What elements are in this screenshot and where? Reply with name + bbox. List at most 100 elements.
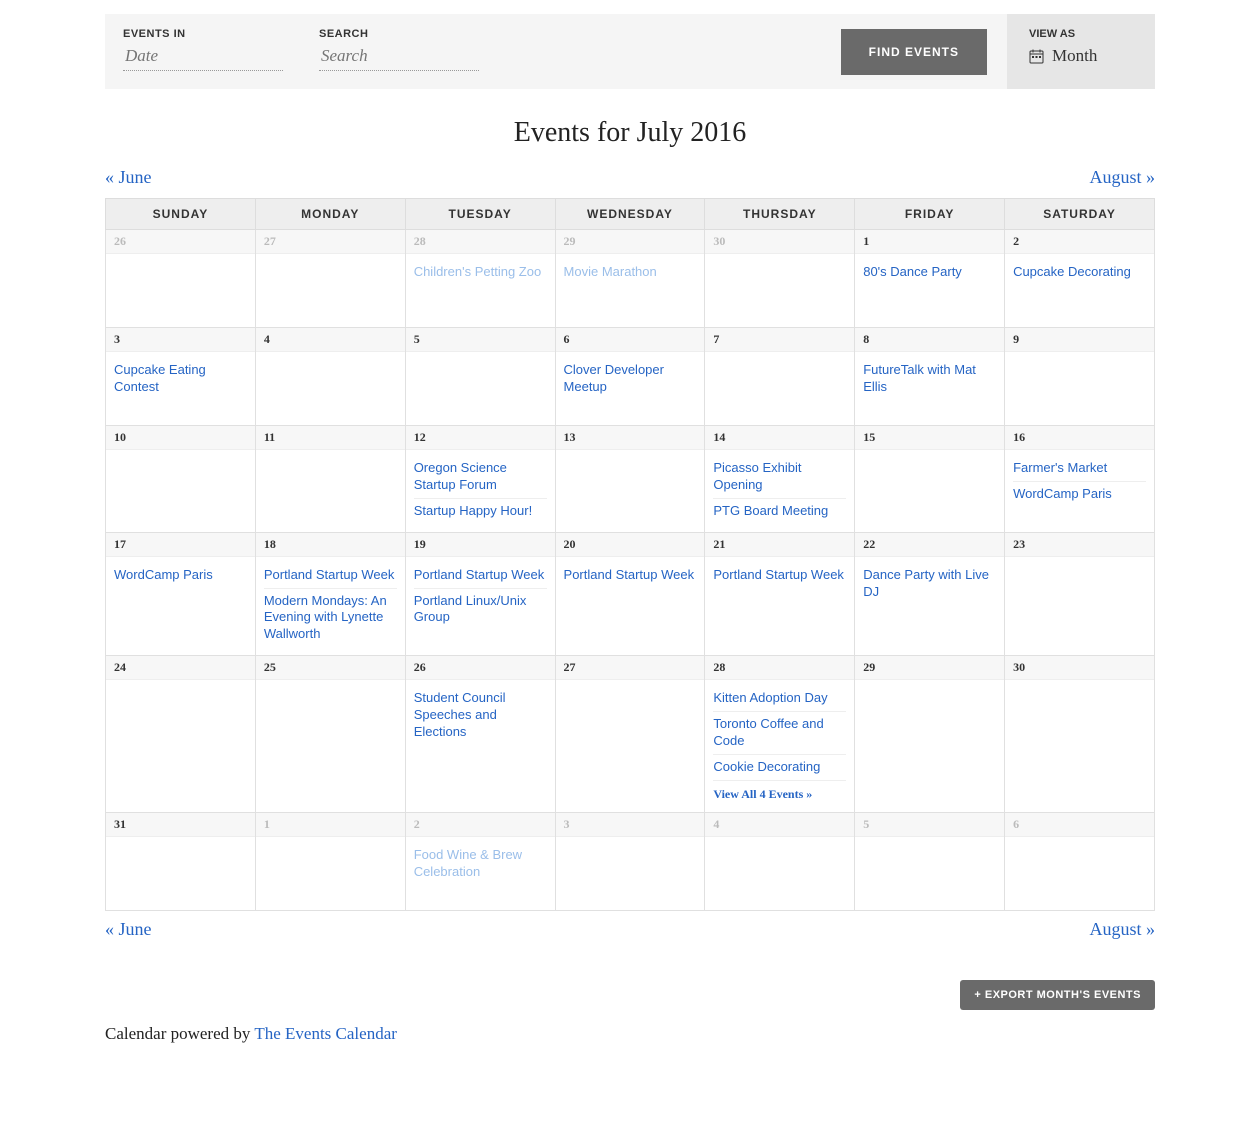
weekday-header: MONDAY <box>255 199 405 230</box>
event-link[interactable]: FutureTalk with Mat Ellis <box>863 358 996 400</box>
day-number: 22 <box>855 533 1004 557</box>
calendar-day[interactable]: 22 Dance Party with Live DJ <box>855 532 1005 656</box>
calendar-day[interactable]: 2Food Wine & Brew Celebration <box>405 812 555 910</box>
calendar-day[interactable]: 24 <box>106 656 256 813</box>
calendar-day[interactable]: 180's Dance Party <box>855 230 1005 328</box>
calendar-day[interactable]: 3Cupcake Eating Contest <box>106 328 256 426</box>
calendar-day[interactable]: 30 <box>1005 656 1155 813</box>
find-events-button[interactable]: FIND EVENTS <box>841 29 987 75</box>
event-link[interactable]: Portland Linux/Unix Group <box>414 589 547 631</box>
calendar-day[interactable]: 14Picasso Exhibit OpeningPTG Board Meeti… <box>705 426 855 533</box>
event-link[interactable]: Portland Startup Week <box>713 563 846 588</box>
calendar-day[interactable]: 2Cupcake Decorating <box>1005 230 1155 328</box>
day-number: 1 <box>256 813 405 837</box>
day-number: 13 <box>556 426 705 450</box>
day-number: 28 <box>705 656 854 680</box>
calendar-day[interactable]: 19Portland Startup WeekPortland Linux/Un… <box>405 532 555 656</box>
calendar-day[interactable]: 23 <box>1005 532 1155 656</box>
prev-month-link[interactable]: « June <box>105 167 152 188</box>
event-link[interactable]: Portland Startup Week <box>264 563 397 589</box>
events-in-input[interactable] <box>123 40 283 71</box>
calendar-day[interactable]: 4 <box>255 328 405 426</box>
calendar-day[interactable]: 7 <box>705 328 855 426</box>
event-link[interactable]: Dance Party with Live DJ <box>863 563 996 605</box>
calendar-day[interactable]: 28Children's Petting Zoo <box>405 230 555 328</box>
calendar-day[interactable]: 3 <box>555 812 705 910</box>
weekday-header: SUNDAY <box>106 199 256 230</box>
calendar-day[interactable]: 28 Kitten Adoption DayToronto Coffee and … <box>705 656 855 813</box>
day-number: 11 <box>256 426 405 450</box>
day-number: 12 <box>406 426 555 450</box>
event-link[interactable]: Movie Marathon <box>564 260 697 285</box>
event-link[interactable]: Farmer's Market <box>1013 456 1146 482</box>
event-link[interactable]: Portland Startup Week <box>564 563 697 588</box>
day-number: 5 <box>855 813 1004 837</box>
calendar-day[interactable]: 6 Clover Developer Meetup <box>555 328 705 426</box>
calendar-day[interactable]: 5 <box>405 328 555 426</box>
calendar-day[interactable]: 15 <box>855 426 1005 533</box>
day-number: 18 <box>256 533 405 557</box>
calendar-day[interactable]: 8FutureTalk with Mat Ellis <box>855 328 1005 426</box>
calendar-day[interactable]: 21 Portland Startup Week <box>705 532 855 656</box>
next-month-link-bottom[interactable]: August » <box>1089 919 1155 940</box>
calendar-day[interactable]: 27 <box>555 656 705 813</box>
weekday-header: TUESDAY <box>405 199 555 230</box>
event-link[interactable]: Clover Developer Meetup <box>564 358 697 400</box>
next-month-link[interactable]: August » <box>1089 167 1155 188</box>
event-link[interactable]: Picasso Exhibit Opening <box>713 456 846 499</box>
day-number: 24 <box>106 656 255 680</box>
event-link[interactable]: Cupcake Decorating <box>1013 260 1146 285</box>
calendar-day[interactable]: 25 <box>255 656 405 813</box>
calendar-day[interactable]: 26 <box>106 230 256 328</box>
event-link[interactable]: Startup Happy Hour! <box>414 499 547 524</box>
calendar-day[interactable]: 1 <box>255 812 405 910</box>
event-link[interactable]: Cupcake Eating Contest <box>114 358 247 400</box>
calendar-day[interactable]: 18 Portland Startup WeekModern Mondays: A… <box>255 532 405 656</box>
event-link[interactable]: Children's Petting Zoo <box>414 260 547 285</box>
event-link[interactable]: Kitten Adoption Day <box>713 686 846 712</box>
calendar-day[interactable]: 4 <box>705 812 855 910</box>
calendar-day[interactable]: 27 <box>255 230 405 328</box>
weekday-header: SATURDAY <box>1005 199 1155 230</box>
event-link[interactable]: Portland Startup Week <box>414 563 547 589</box>
day-number: 30 <box>705 230 854 254</box>
day-number: 21 <box>705 533 854 557</box>
prev-month-link-bottom[interactable]: « June <box>105 919 152 940</box>
calendar-day[interactable]: 26Student Council Speeches and Elections <box>405 656 555 813</box>
day-number: 16 <box>1005 426 1154 450</box>
event-link[interactable]: Oregon Science Startup Forum <box>414 456 547 499</box>
event-link[interactable]: Cookie Decorating <box>713 755 846 781</box>
calendar-day[interactable]: 11 <box>255 426 405 533</box>
calendar-day[interactable]: 13 <box>555 426 705 533</box>
day-number: 23 <box>1005 533 1154 557</box>
powered-by-link[interactable]: The Events Calendar <box>254 1024 397 1043</box>
event-link[interactable]: Modern Mondays: An Evening with Lynette … <box>264 589 397 648</box>
calendar-day[interactable]: 12 Oregon Science Startup ForumStartup Ha… <box>405 426 555 533</box>
calendar-day[interactable]: 29Movie Marathon <box>555 230 705 328</box>
calendar-day[interactable]: 16 Farmer's MarketWordCamp Paris <box>1005 426 1155 533</box>
calendar-day[interactable]: 9 <box>1005 328 1155 426</box>
search-input[interactable] <box>319 40 479 71</box>
calendar-day[interactable]: 20Portland Startup Week <box>555 532 705 656</box>
search-group: SEARCH <box>301 14 497 89</box>
day-number: 4 <box>256 328 405 352</box>
event-link[interactable]: Student Council Speeches and Elections <box>414 686 547 745</box>
event-link[interactable]: WordCamp Paris <box>1013 482 1146 507</box>
calendar-icon <box>1029 49 1044 64</box>
calendar-day[interactable]: 29 <box>855 656 1005 813</box>
calendar-day[interactable]: 30 <box>705 230 855 328</box>
export-month-button[interactable]: + EXPORT MONTH'S EVENTS <box>960 980 1155 1010</box>
view-as-selector[interactable]: VIEW AS Month <box>1007 14 1155 89</box>
event-link[interactable]: PTG Board Meeting <box>713 499 846 524</box>
calendar-day[interactable]: 5 <box>855 812 1005 910</box>
calendar-day[interactable]: 6 <box>1005 812 1155 910</box>
calendar-day[interactable]: 31 <box>106 812 256 910</box>
calendar-day[interactable]: 10 <box>106 426 256 533</box>
event-link[interactable]: Food Wine & Brew Celebration <box>414 843 547 885</box>
event-link[interactable]: Toronto Coffee and Code <box>713 712 846 755</box>
event-link[interactable]: 80's Dance Party <box>863 260 996 285</box>
day-number: 6 <box>556 328 705 352</box>
event-link[interactable]: WordCamp Paris <box>114 563 247 588</box>
view-all-events-link[interactable]: View All 4 Events » <box>713 781 846 804</box>
calendar-day[interactable]: 17WordCamp Paris <box>106 532 256 656</box>
